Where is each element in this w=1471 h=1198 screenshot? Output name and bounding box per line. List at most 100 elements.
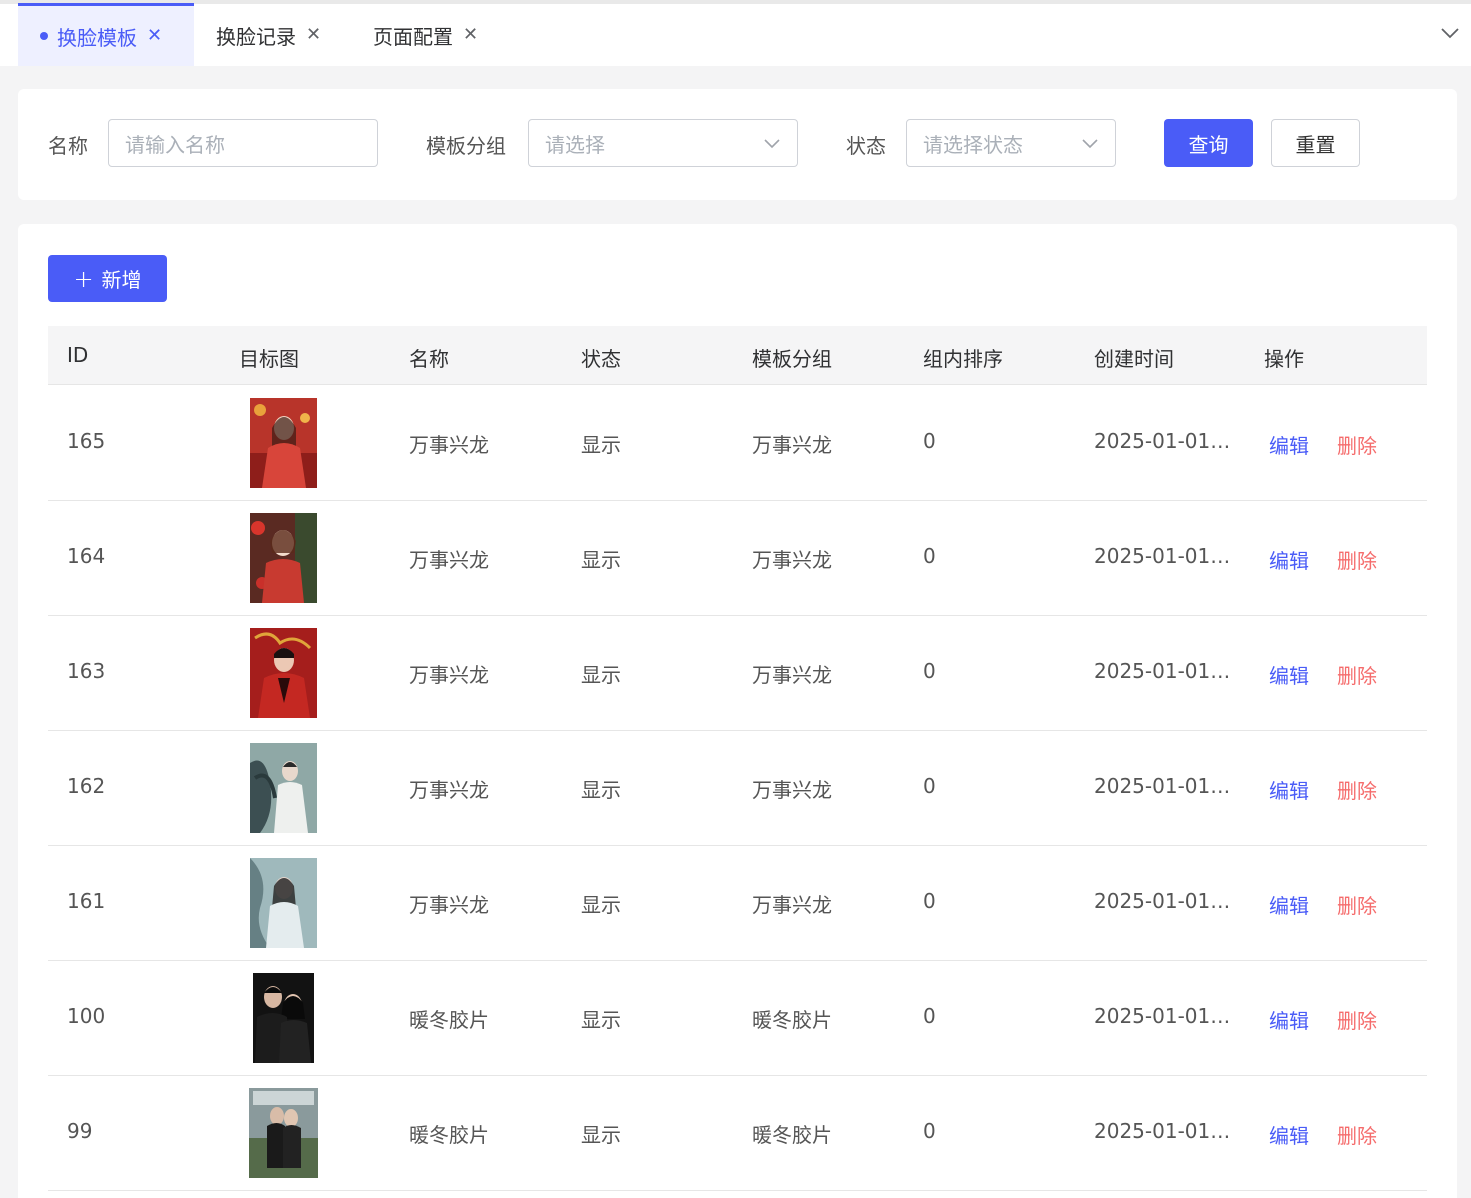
cell-created: 2025-01-01… <box>1094 429 1231 453</box>
cell-sort: 0 <box>923 429 936 453</box>
delete-link[interactable]: 删除 <box>1337 430 1377 459</box>
name-placeholder: 请输入名称 <box>125 132 225 157</box>
close-icon[interactable]: ✕ <box>463 26 478 44</box>
cell-status: 显示 <box>581 1123 621 1147</box>
delete-link[interactable]: 删除 <box>1337 890 1377 919</box>
tab-bar: 换脸模板 ✕ 换脸记录 ✕ 页面配置 ✕ <box>0 0 1471 66</box>
delete-link[interactable]: 删除 <box>1337 1120 1377 1149</box>
reset-button[interactable]: 重置 <box>1271 119 1360 167</box>
name-input[interactable]: 请输入名称 <box>108 119 378 167</box>
cell-group: 暖冬胶片 <box>752 1123 832 1147</box>
table-row: 163 万事兴龙 显示 万事兴龙 0 2025-01-01… 编辑 删除 <box>48 616 1427 731</box>
target-image[interactable] <box>250 743 317 833</box>
cell-created: 2025-01-01… <box>1094 659 1231 683</box>
table-row: 165 万事兴龙 显示 万事兴龙 0 2025-01-01… 编辑 删除 <box>48 386 1427 501</box>
add-label: 新增 <box>101 268 142 292</box>
close-icon[interactable]: ✕ <box>147 27 162 45</box>
edit-link[interactable]: 编辑 <box>1269 1120 1309 1149</box>
cell-name: 万事兴龙 <box>409 548 489 572</box>
col-status: 状态 <box>581 347 621 371</box>
edit-link[interactable]: 编辑 <box>1269 660 1309 689</box>
tab-face-swap-template[interactable]: 换脸模板 ✕ <box>18 3 194 66</box>
chevron-down-icon[interactable] <box>1439 22 1461 44</box>
cell-status: 显示 <box>581 433 621 457</box>
add-button[interactable]: + 新增 <box>48 255 167 302</box>
group-placeholder: 请选择 <box>545 132 605 157</box>
active-dot-icon <box>40 32 48 40</box>
cell-status: 显示 <box>581 893 621 917</box>
cell-sort: 0 <box>923 659 936 683</box>
cell-status: 显示 <box>581 778 621 802</box>
cell-group: 万事兴龙 <box>752 893 832 917</box>
tab-label: 换脸模板 <box>57 25 137 50</box>
table-panel: + 新增 ID 目标图 名称 状态 模板分组 组内排序 创建时间 操作 165 … <box>18 224 1457 1198</box>
cell-id: 164 <box>67 544 106 568</box>
cell-id: 163 <box>67 659 106 683</box>
col-actions: 操作 <box>1264 347 1304 371</box>
target-image[interactable] <box>250 628 317 718</box>
cell-id: 100 <box>67 1004 106 1028</box>
delete-link[interactable]: 删除 <box>1337 545 1377 574</box>
chevron-down-icon <box>764 139 780 149</box>
edit-link[interactable]: 编辑 <box>1269 890 1309 919</box>
cell-sort: 0 <box>923 889 936 913</box>
query-button[interactable]: 查询 <box>1164 119 1253 167</box>
cell-name: 暖冬胶片 <box>409 1008 489 1032</box>
target-image[interactable] <box>249 1088 318 1178</box>
cell-id: 165 <box>67 429 106 453</box>
cell-group: 暖冬胶片 <box>752 1008 832 1032</box>
target-image[interactable] <box>250 513 317 603</box>
status-select[interactable]: 请选择状态 <box>906 119 1116 167</box>
cell-group: 万事兴龙 <box>752 778 832 802</box>
col-target-image: 目标图 <box>239 347 299 371</box>
table-row: 164 万事兴龙 显示 万事兴龙 0 2025-01-01… 编辑 删除 <box>48 501 1427 616</box>
edit-link[interactable]: 编辑 <box>1269 430 1309 459</box>
edit-link[interactable]: 编辑 <box>1269 1005 1309 1034</box>
status-label: 状态 <box>846 134 886 158</box>
col-sort: 组内排序 <box>923 347 1003 371</box>
target-image[interactable] <box>253 973 314 1063</box>
name-label: 名称 <box>48 134 88 158</box>
tab-page-config[interactable]: 页面配置 ✕ <box>373 4 503 66</box>
cell-created: 2025-01-01… <box>1094 1119 1231 1143</box>
edit-link[interactable]: 编辑 <box>1269 775 1309 804</box>
table-row: 100 暖冬胶片 显示 暖冬胶片 0 2025-01-01… 编辑 删除 <box>48 961 1427 1076</box>
table-row: 161 万事兴龙 显示 万事兴龙 0 2025-01-01… 编辑 删除 <box>48 846 1427 961</box>
delete-link[interactable]: 删除 <box>1337 660 1377 689</box>
cell-name: 万事兴龙 <box>409 778 489 802</box>
cell-group: 万事兴龙 <box>752 548 832 572</box>
group-select[interactable]: 请选择 <box>528 119 798 167</box>
cell-sort: 0 <box>923 544 936 568</box>
col-id: ID <box>67 343 89 367</box>
plus-icon: + <box>73 264 94 293</box>
chevron-down-icon <box>1082 139 1098 149</box>
filter-panel: 名称 请输入名称 模板分组 请选择 状态 请选择状态 查询 重置 <box>18 89 1457 200</box>
close-icon[interactable]: ✕ <box>306 26 321 44</box>
col-created: 创建时间 <box>1094 347 1174 371</box>
cell-id: 162 <box>67 774 106 798</box>
target-image[interactable] <box>250 398 317 488</box>
col-group: 模板分组 <box>752 347 832 371</box>
cell-name: 暖冬胶片 <box>409 1123 489 1147</box>
cell-created: 2025-01-01… <box>1094 889 1231 913</box>
tab-face-swap-record[interactable]: 换脸记录 ✕ <box>216 4 346 66</box>
cell-status: 显示 <box>581 548 621 572</box>
edit-link[interactable]: 编辑 <box>1269 545 1309 574</box>
target-image[interactable] <box>250 858 317 948</box>
tab-label: 页面配置 <box>373 24 453 49</box>
cell-group: 万事兴龙 <box>752 663 832 687</box>
cell-sort: 0 <box>923 1119 936 1143</box>
table-header: ID 目标图 名称 状态 模板分组 组内排序 创建时间 操作 <box>48 326 1427 385</box>
col-name: 名称 <box>409 347 449 371</box>
delete-link[interactable]: 删除 <box>1337 1005 1377 1034</box>
cell-name: 万事兴龙 <box>409 893 489 917</box>
cell-group: 万事兴龙 <box>752 433 832 457</box>
cell-id: 99 <box>67 1119 93 1143</box>
cell-created: 2025-01-01… <box>1094 774 1231 798</box>
cell-id: 161 <box>67 889 106 913</box>
table-row: 162 万事兴龙 显示 万事兴龙 0 2025-01-01… 编辑 删除 <box>48 731 1427 846</box>
cell-status: 显示 <box>581 1008 621 1032</box>
cell-name: 万事兴龙 <box>409 663 489 687</box>
cell-created: 2025-01-01… <box>1094 1004 1231 1028</box>
delete-link[interactable]: 删除 <box>1337 775 1377 804</box>
